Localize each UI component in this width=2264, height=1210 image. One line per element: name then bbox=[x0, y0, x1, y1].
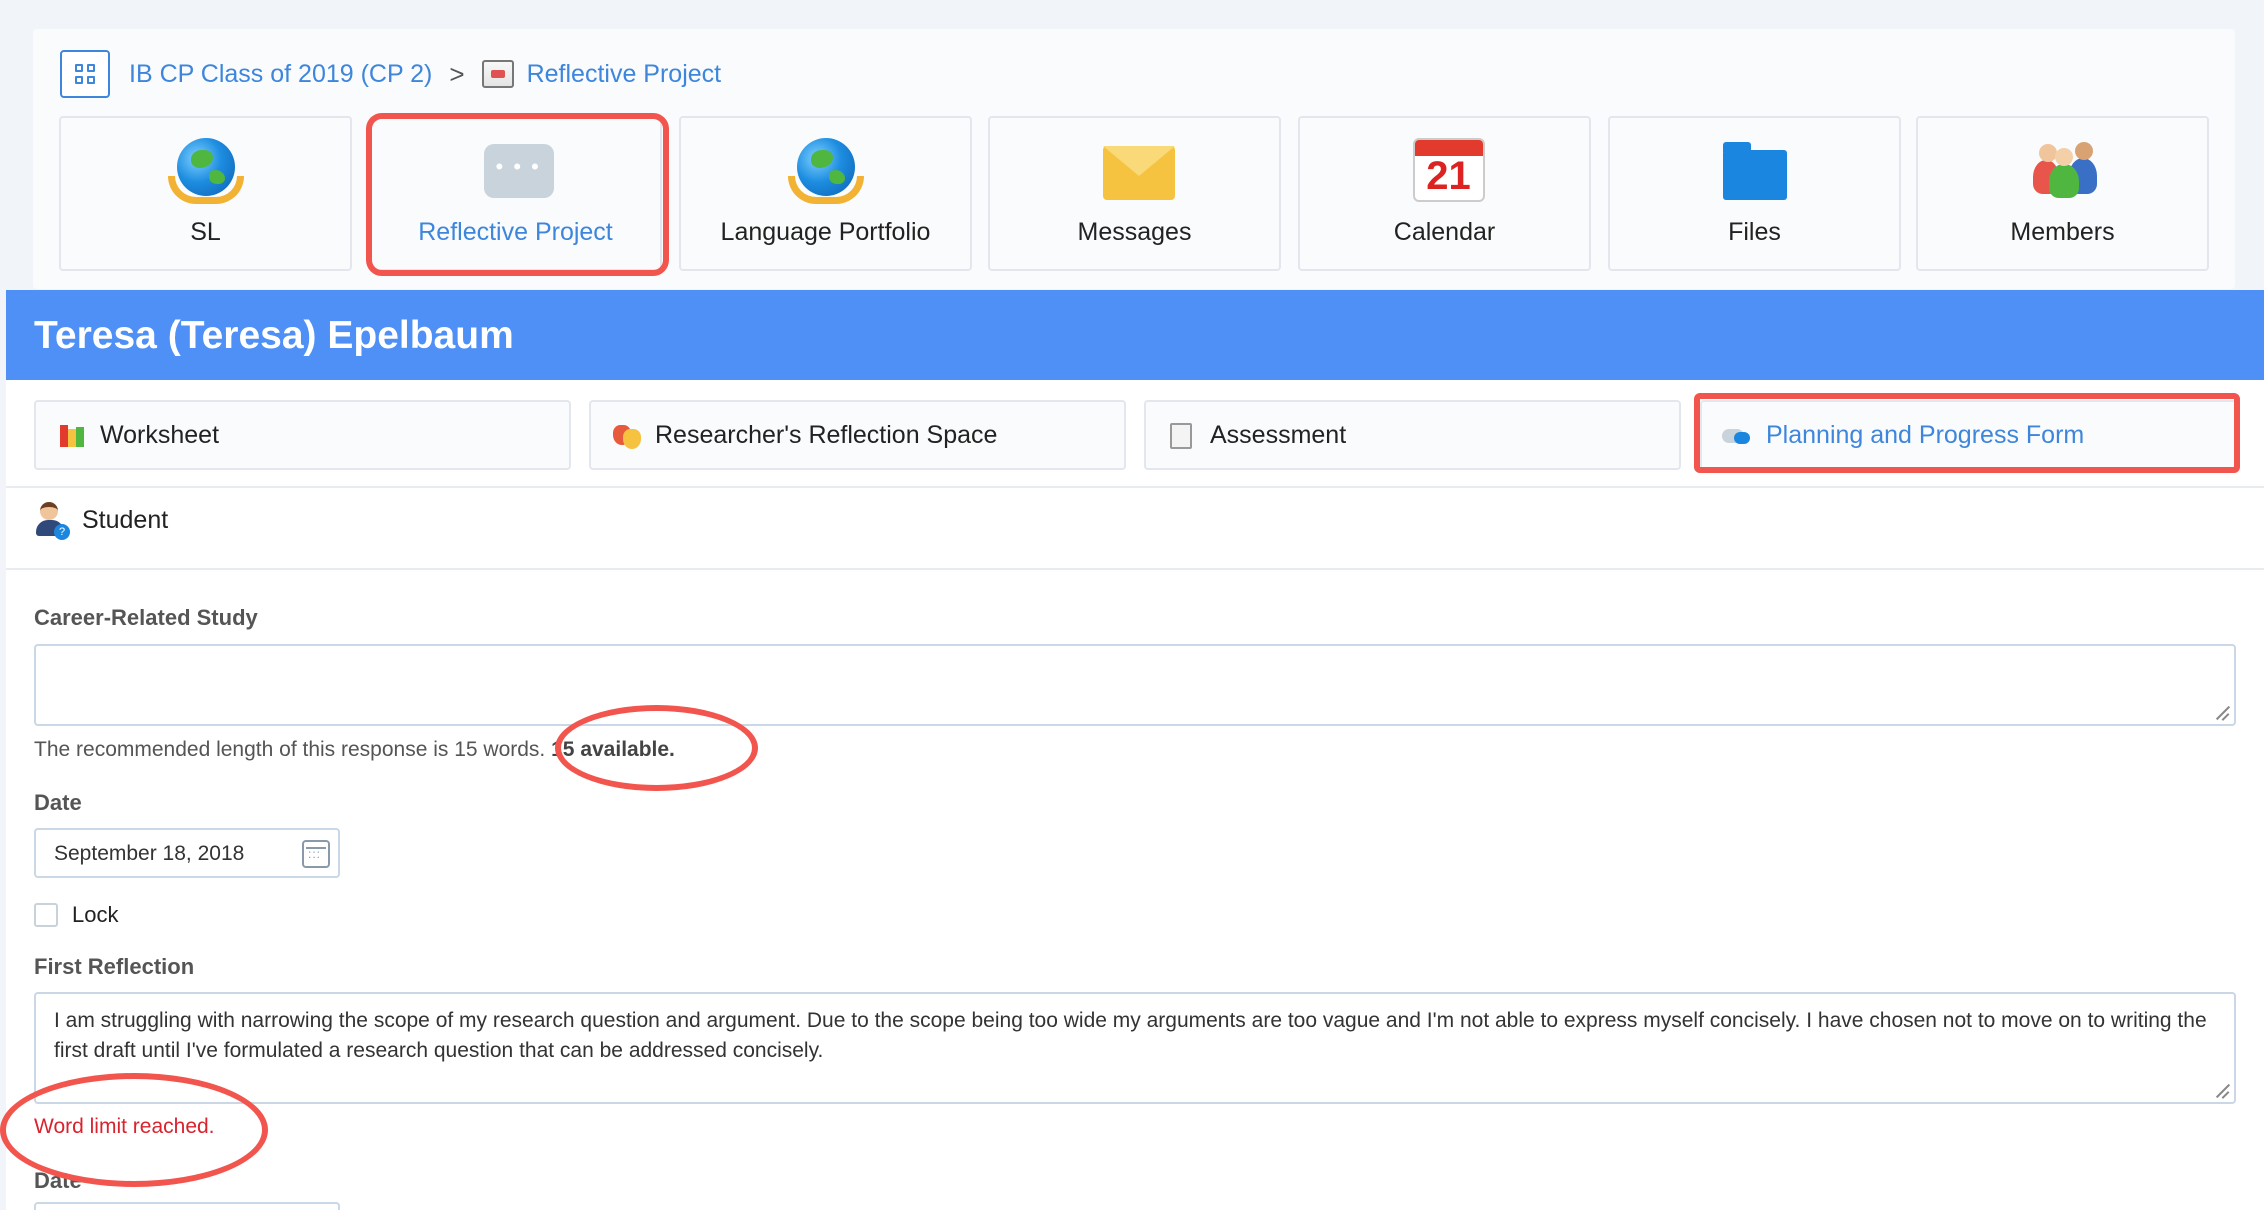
tile-language-portfolio[interactable]: Language Portfolio bbox=[679, 116, 972, 271]
chat-bubble-icon bbox=[483, 138, 554, 202]
tile-label: Files bbox=[1728, 218, 1781, 246]
tab-worksheet[interactable]: Worksheet bbox=[34, 400, 571, 470]
tile-label: Language Portfolio bbox=[720, 218, 931, 246]
breadcrumb-current[interactable]: Reflective Project bbox=[527, 60, 722, 89]
words-available: 15 available. bbox=[551, 738, 675, 761]
tile-files[interactable]: Files bbox=[1608, 116, 1901, 271]
lock-row: Lock bbox=[34, 902, 118, 928]
student-name-header: Teresa (Teresa) Epelbaum bbox=[6, 290, 2264, 380]
breadcrumb-class-link[interactable]: IB CP Class of 2019 (CP 2) bbox=[129, 60, 432, 89]
breadcrumb: IB CP Class of 2019 (CP 2) > Reflective … bbox=[60, 50, 721, 98]
tab-assessment[interactable]: Assessment bbox=[1144, 400, 1681, 470]
divider bbox=[6, 568, 2264, 570]
tile-members[interactable]: Members bbox=[1916, 116, 2209, 271]
tile-sl[interactable]: SL bbox=[59, 116, 352, 271]
role-row: ? Student bbox=[34, 502, 169, 540]
resize-handle-icon[interactable] bbox=[2216, 1084, 2230, 1098]
first-reflection-value: I am struggling with narrowing the scope… bbox=[54, 1009, 2207, 1062]
resize-handle-icon[interactable] bbox=[2216, 706, 2230, 720]
tile-messages[interactable]: Messages bbox=[988, 116, 1281, 271]
date-label: Date bbox=[34, 1168, 82, 1193]
career-study-textarea[interactable] bbox=[34, 644, 2236, 726]
globe-hands-icon bbox=[787, 138, 864, 204]
tab-label: Assessment bbox=[1210, 420, 1347, 449]
student-avatar-icon: ? bbox=[34, 502, 70, 540]
lock-checkbox[interactable] bbox=[34, 903, 58, 927]
breadcrumb-chevron-icon: > bbox=[449, 58, 465, 89]
calendar-day: 21 bbox=[1426, 154, 1471, 198]
envelope-icon bbox=[1102, 138, 1175, 202]
tab-researchers-reflection-space[interactable]: Researcher's Reflection Space bbox=[589, 400, 1126, 470]
tab-label: Planning and Progress Form bbox=[1766, 420, 2085, 449]
date-value: September 18, 2018 bbox=[54, 842, 245, 865]
date-input[interactable]: September 18, 2018 bbox=[34, 828, 340, 878]
lock-label: Lock bbox=[72, 902, 119, 927]
presentation-board-icon bbox=[481, 60, 514, 88]
tile-reflective-project[interactable]: Reflective Project bbox=[369, 116, 662, 271]
calendar-icon: 21 bbox=[1412, 138, 1485, 202]
career-study-label: Career-Related Study bbox=[34, 605, 258, 630]
tile-calendar[interactable]: 21 Calendar bbox=[1298, 116, 1591, 271]
word-limit-warning: Word limit reached. bbox=[34, 1115, 215, 1138]
date-input[interactable] bbox=[34, 1202, 340, 1210]
tile-label: Calendar bbox=[1393, 218, 1496, 246]
notepad-icon bbox=[1166, 421, 1196, 449]
people-icon bbox=[2031, 138, 2097, 202]
tile-label: SL bbox=[190, 218, 221, 246]
calendar-picker-icon[interactable] bbox=[302, 840, 330, 868]
masks-icon bbox=[611, 421, 641, 449]
speech-bubbles-icon bbox=[1722, 421, 1752, 449]
tab-planning-progress-form[interactable]: Planning and Progress Form bbox=[1700, 400, 2237, 470]
tile-label: Reflective Project bbox=[418, 218, 613, 246]
tile-label: Messages bbox=[1077, 218, 1192, 246]
grid-icon bbox=[75, 64, 95, 84]
course-tiles: SL Reflective Project Language Portfolio… bbox=[59, 116, 2209, 271]
divider bbox=[6, 486, 2264, 488]
first-reflection-label: First Reflection bbox=[34, 954, 195, 979]
role-label: Student bbox=[82, 505, 169, 534]
first-reflection-textarea[interactable]: I am struggling with narrowing the scope… bbox=[34, 992, 2236, 1104]
apps-grid-button[interactable] bbox=[60, 50, 110, 98]
tab-label: Worksheet bbox=[100, 420, 220, 449]
folder-icon bbox=[1722, 138, 1787, 202]
tab-label: Researcher's Reflection Space bbox=[655, 420, 998, 449]
word-count-hint: The recommended length of this response … bbox=[34, 738, 675, 762]
main-content: Worksheet Researcher's Reflection Space … bbox=[6, 380, 2264, 1210]
globe-hands-icon bbox=[167, 138, 244, 204]
word-count-hint-text: The recommended length of this response … bbox=[34, 738, 546, 761]
date-label: Date bbox=[34, 790, 82, 815]
tile-label: Members bbox=[2010, 218, 2115, 246]
tab-bar: Worksheet Researcher's Reflection Space … bbox=[34, 400, 2252, 470]
books-icon bbox=[56, 421, 86, 449]
